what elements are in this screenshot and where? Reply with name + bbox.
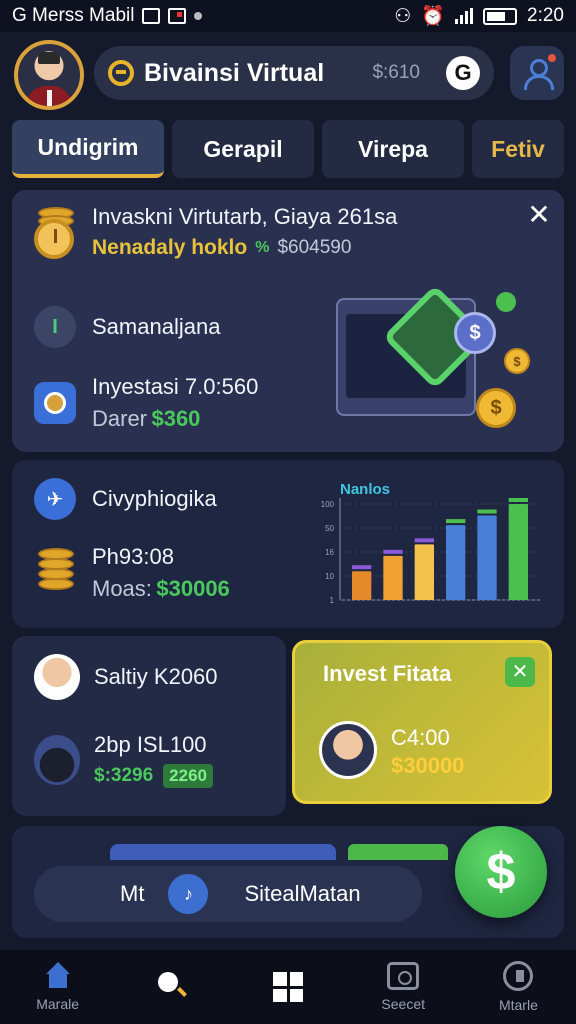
portfolio-label: Moas: [92,576,152,601]
invest-future-title: Invest Fitata [323,661,452,686]
bar-decor [110,844,336,860]
invest-close-icon[interactable]: ✕ [505,657,535,687]
pill-left-label: Mt [120,881,145,906]
search-icon [157,972,188,1002]
nav-more[interactable]: Mtarle [461,950,576,1024]
dollar-badge-icon: I [34,306,76,348]
investment-card[interactable]: Invaskni Virtutarb, Giaya 261sa Nenadaly… [12,190,564,452]
hooded-avatar [34,735,80,785]
invest-value: $30000 [391,753,465,778]
user-avatar[interactable] [14,40,84,110]
grid-icon [273,972,303,1002]
coin-badge-icon [34,382,76,424]
savings-val1: $:3296 [94,765,154,786]
card-headline: Invaskni Virtutarb, Giaya 261sa [92,204,398,229]
dot-icon [194,12,203,20]
status-text: G Merss Mabil [12,5,135,26]
savings-title: Saltiy K2060 [94,664,218,689]
tab-gerapil[interactable]: Gerapil [172,120,314,178]
gallery-icon [142,8,161,24]
portfolio-title: Civyphiogika [92,486,217,511]
nav-secret[interactable]: Seecet [346,950,461,1024]
portfolio-amount: Ph93:08 [92,544,174,569]
home-icon [42,962,74,990]
notification-dot [548,54,556,62]
dollar-fab-button[interactable]: $ [455,826,547,918]
pill-right-label: SitealMatan [244,881,361,906]
chart-ytick: 100 [321,500,335,509]
nav-search[interactable] [115,950,230,1024]
chart-bar-cap [446,519,466,524]
chart-ytick: 1 [330,596,335,605]
portfolio-value: $30006 [156,576,230,601]
chart-bar-cap [352,565,372,570]
chart-bar [477,515,497,600]
chart-ytick: 10 [325,572,334,581]
percent-symbol: % [255,239,270,256]
chart-bar [352,571,372,600]
tab-virepa[interactable]: Virepa [322,120,464,178]
person-icon [522,58,554,90]
safe-icon [387,962,420,990]
chart-bar-cap [477,509,497,514]
title-bar: Bivainsi Virtual $:610 G [94,46,494,100]
notification-icon [168,8,187,24]
invest-future-card[interactable]: Invest Fitata ✕ C4:00 $30000 [292,640,552,804]
chart-ytick: 16 [325,548,334,557]
nav-more-label: Mtarle [498,997,538,1013]
clock-time: 2:20 [527,5,564,26]
savings-sub: 2bp ISL100 [94,732,207,757]
status-bar: G Merss Mabil ⚇ ⏰ 2:20 [0,0,576,32]
bar-decor-green [348,844,448,860]
plane-icon: ✈ [34,478,76,520]
portfolio-card[interactable]: ✈ Civyphiogika Ph93:08 Moas: $30006 100 5… [12,460,564,628]
nav-home-label: Marale [36,996,79,1012]
piggy-icon [503,961,534,991]
chart-bar-cap [383,549,403,554]
chart-bar [383,555,403,600]
bird-icon: ♪ [168,874,209,914]
chart-bar [508,504,528,600]
investment-illustration: $ $ $ [336,284,536,428]
signal-icon [455,8,474,24]
google-icon[interactable]: G [446,56,480,90]
invest-amount: C4:00 [391,725,450,750]
chart-bar-cap [508,498,528,502]
tab-bar: Undigrim Gerapil Virepa Fetiv [12,120,564,178]
app-title: Bivainsi Virtual [144,58,325,87]
investment-title: Inyestasi 7.0:560 [92,374,259,399]
action-pill[interactable]: Mt ♪ SitealMatan [34,866,422,922]
coin-stack-icon [34,546,78,600]
card-subvalue: $604590 [277,237,352,258]
close-icon[interactable]: ✕ [526,201,552,229]
tab-undigrim[interactable]: Undigrim [12,120,164,178]
chart-bar-cap [414,538,434,543]
chart-svg: 100 50 16 10 1 Nanlos [321,481,540,605]
tab-fetiv[interactable]: Fetiv [472,120,564,178]
nfc-icon: ⚇ [394,5,412,27]
nav-secret-label: Seecet [381,996,425,1012]
chart-ytick: 50 [325,524,334,533]
card-subline: Nenadaly hoklo [92,236,248,259]
balance-value: $:610 [372,62,420,83]
nav-windows[interactable] [230,950,345,1024]
chart-title: Nanlos [340,481,390,498]
investor-avatar [319,721,377,779]
bar-chart: 100 50 16 10 1 Nanlos [300,468,550,618]
alarm-icon: ⏰ [421,6,446,27]
investment-label: Darer [92,406,148,431]
chart-bar [446,525,466,600]
investment-value: $360 [151,406,201,431]
chart-bar [414,544,434,600]
bottom-nav: Marale Seecet Mtarle [0,950,576,1024]
nav-home[interactable]: Marale [0,950,115,1024]
row-label: Samanaljana [92,314,221,339]
profile-button[interactable] [510,46,564,100]
coins-clock-icon [34,205,78,259]
battery-icon [483,7,518,25]
savings-badge: 2260 [163,764,213,788]
coin-icon [108,60,134,86]
person-avatar [34,654,80,700]
savings-card[interactable]: Saltiy K2060 2bp ISL100 $:3296 2260 [12,636,286,816]
